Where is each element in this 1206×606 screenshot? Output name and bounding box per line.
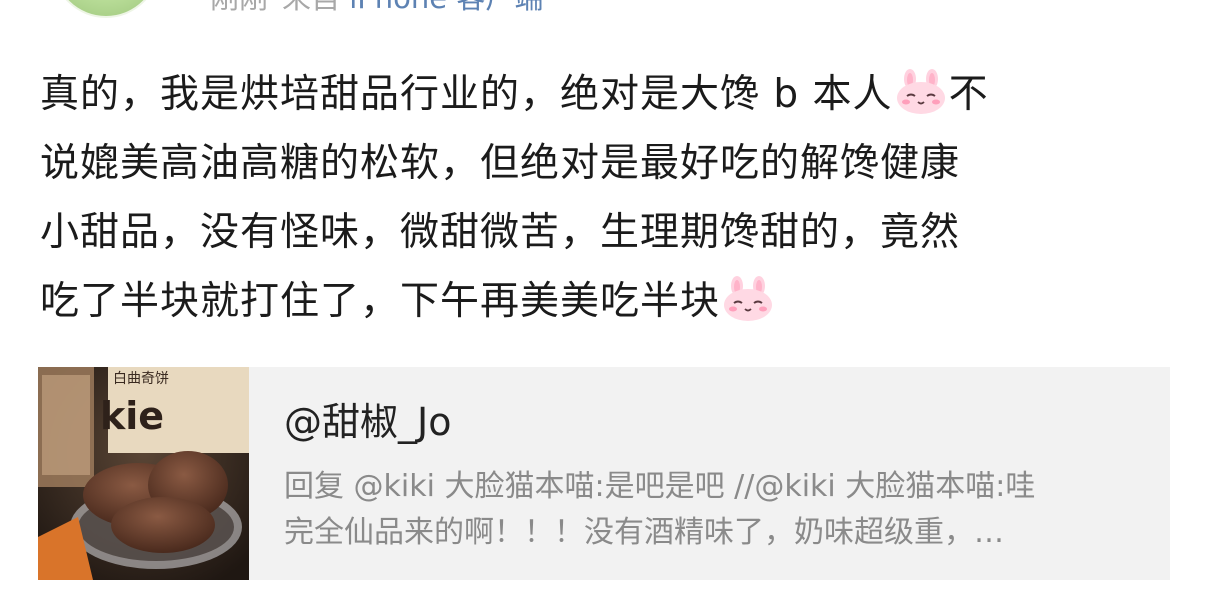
repost-text-line: 回复 @kiki 大脸猫本喵:是吧是吧 //@kiki 大脸猫本喵:哇	[284, 469, 1036, 504]
post-line: 吃了半块就打住了，下午再美美吃半块	[40, 267, 1170, 336]
repost-thumbnail[interactable]: 白曲奇饼 kie	[38, 367, 249, 580]
bunny-blush-emoji-icon	[895, 68, 947, 114]
thumbnail-label-top: 白曲奇饼	[113, 370, 169, 387]
weibo-post-screenshot: 刚刚来自 iPhone 客户端 真的，我是烘培甜品行业的，绝对是大馋 b 本人 …	[0, 0, 1206, 606]
post-line-text: 说媲美高油高糖的松软，但绝对是最好吃的解馋健康	[40, 141, 961, 186]
post-source-client[interactable]: iPhone 客户端	[349, 0, 543, 15]
post-line: 真的，我是烘培甜品行业的，绝对是大馋 b 本人 不	[40, 60, 1170, 129]
post-header: 刚刚来自 iPhone 客户端	[0, 0, 1206, 24]
bottom-indicator	[520, 558, 580, 580]
post-line-text: 吃了半块就打住了，下午再美美吃半块	[40, 279, 721, 324]
post-line: 小甜品，没有怪味，微甜微苦，生理期馋甜的，竟然	[40, 198, 1170, 267]
repost-text: 回复 @kiki 大脸猫本喵:是吧是吧 //@kiki 大脸猫本喵:哇 完全仙品…	[284, 464, 1144, 556]
post-body: 真的，我是烘培甜品行业的，绝对是大馋 b 本人 不 说媲美高油高糖的松软，但绝对…	[40, 60, 1170, 336]
post-time: 刚刚	[210, 0, 268, 15]
bunny-blush-emoji-icon	[722, 275, 774, 321]
post-line-text: 真的，我是烘培甜品行业的，绝对是大馋 b 本人	[40, 72, 893, 117]
avatar[interactable]	[52, 0, 160, 18]
repost-text-line: 完全仙品来的啊！！！没有酒精味了，奶味超级重，…	[284, 515, 1004, 550]
repost-card[interactable]: 白曲奇饼 kie @甜椒_Jo 回复 @kiki 大脸猫本喵:是吧是吧 //@k…	[38, 367, 1170, 580]
post-meta: 刚刚来自 iPhone 客户端	[210, 0, 543, 18]
thumbnail-brand-text: kie	[100, 394, 164, 438]
post-source-prefix: 来自	[282, 0, 340, 15]
post-line: 说媲美高油高糖的松软，但绝对是最好吃的解馋健康	[40, 129, 1170, 198]
repost-username[interactable]: @甜椒_Jo	[284, 397, 451, 447]
post-line-text-after: 不	[948, 72, 989, 117]
post-line-text: 小甜品，没有怪味，微甜微苦，生理期馋甜的，竟然	[40, 210, 961, 255]
